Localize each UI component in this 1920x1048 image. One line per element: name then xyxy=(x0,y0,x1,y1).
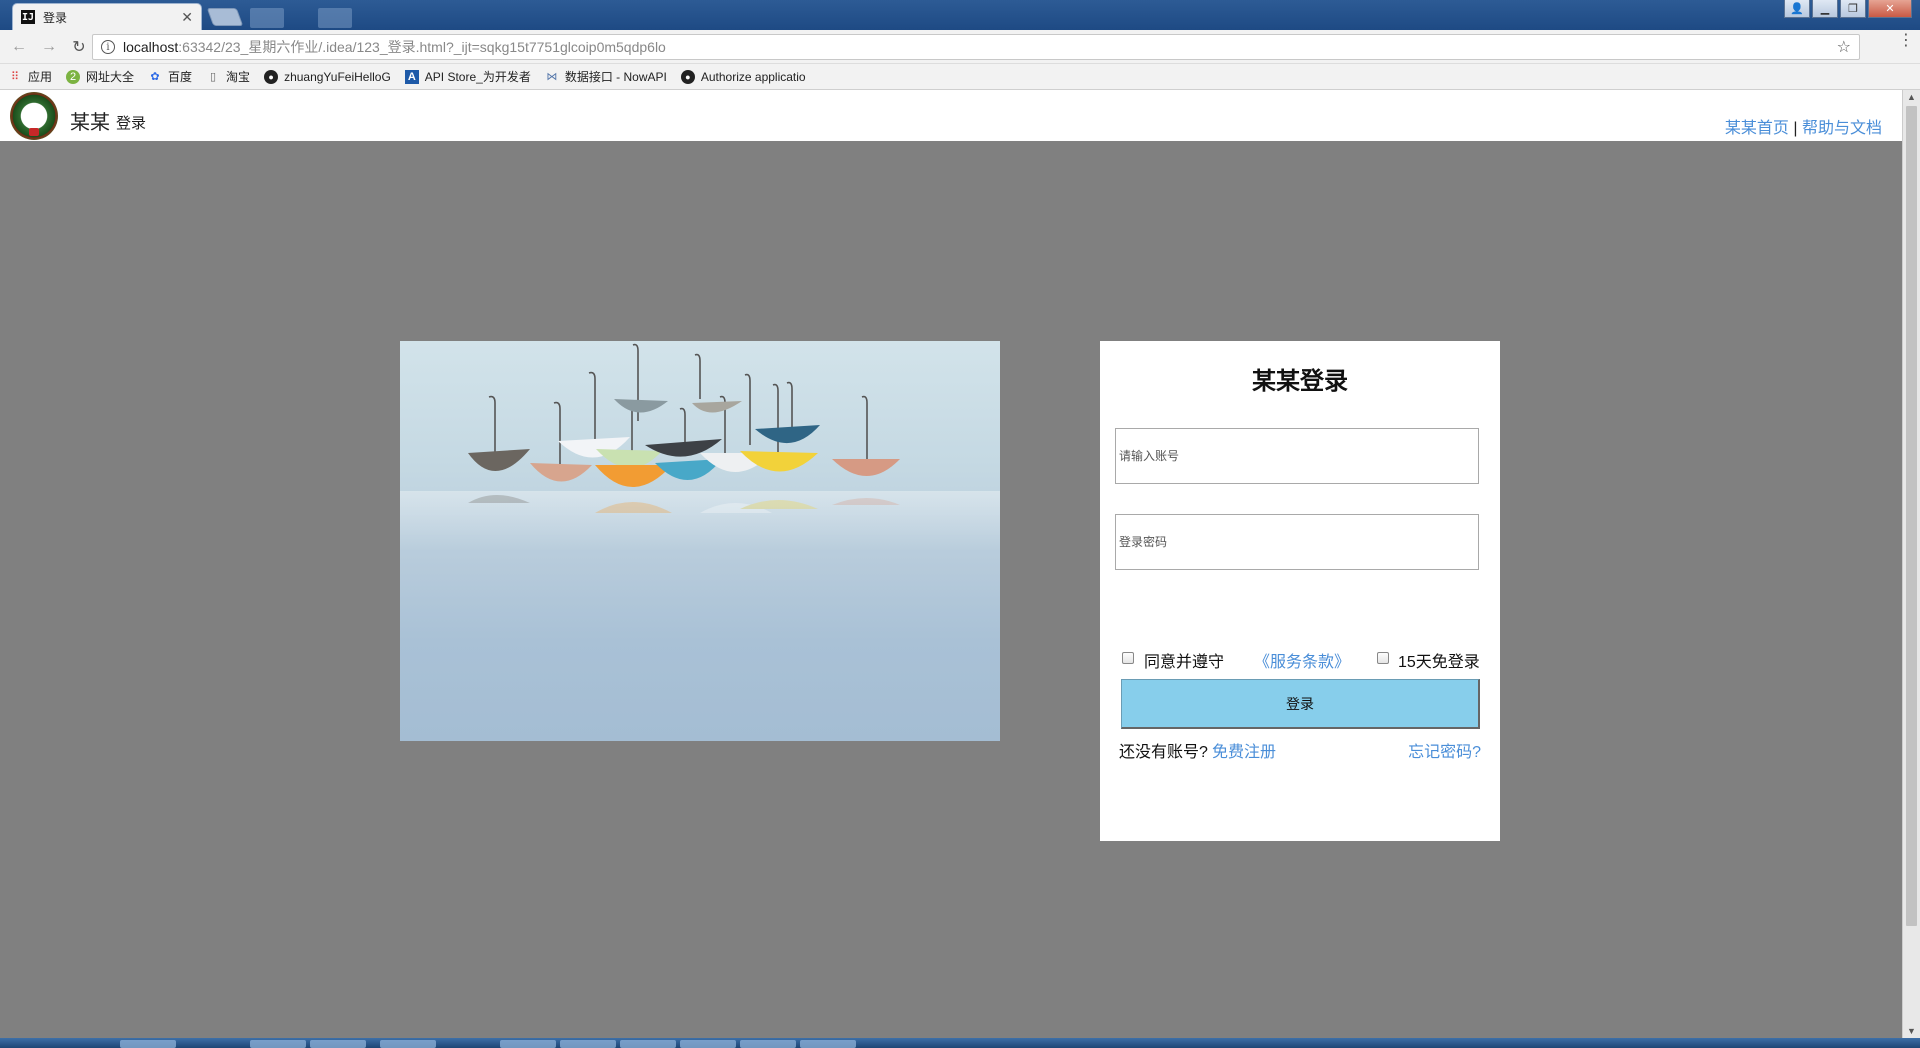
tab-close-icon[interactable]: ✕ xyxy=(181,9,193,26)
page-viewport: 某某 登录 某某首页 | 帮助与文档 某某登录 请输入账号 同意并遵守 《服务条… xyxy=(0,90,1902,1038)
bookmark-label: Authorize applicatio xyxy=(700,69,806,84)
taskbar-app-icon[interactable] xyxy=(500,1040,556,1048)
taskbar-app-icon[interactable] xyxy=(560,1040,616,1048)
remember-me-label: 15天免登录 xyxy=(1398,654,1480,671)
bookmark-label: 淘宝 xyxy=(226,70,251,84)
os-taskbar xyxy=(0,1038,1920,1048)
taskbar-app-icon[interactable] xyxy=(740,1040,796,1048)
bookmark-star-icon[interactable]: ☆ xyxy=(1837,37,1851,57)
taskbar-app-icon[interactable] xyxy=(250,1040,306,1048)
bookmark-apps[interactable]: ⠿ 应用 xyxy=(8,68,52,85)
forgot-password-link[interactable]: 忘记密码? xyxy=(1408,738,1481,762)
bookmark-github-authorize[interactable]: ● Authorize applicatio xyxy=(680,69,806,84)
address-bar[interactable]: i localhost:63342/23_星期六作业/.idea/123_登录.… xyxy=(92,34,1860,60)
umbrellas-hero-image xyxy=(400,341,1000,741)
back-arrow-icon[interactable]: ← xyxy=(8,36,30,58)
taskbar-app-icon[interactable] xyxy=(120,1040,176,1048)
tab-title: 登录 xyxy=(43,10,68,25)
page-icon: ▯ xyxy=(210,71,217,83)
agree-terms-checkbox[interactable] xyxy=(1122,652,1134,664)
no-account-text: 还没有账号? xyxy=(1119,744,1208,761)
background-window-icon xyxy=(250,8,284,28)
site-subtitle: 登录 xyxy=(116,115,147,132)
bookmark-github-repo[interactable]: ● zhuangYuFeiHelloG xyxy=(264,69,391,84)
taskbar-app-icon[interactable] xyxy=(620,1040,676,1048)
bookmark-label: API Store_为开发者 xyxy=(424,70,531,84)
terms-link[interactable]: 《服务条款》 xyxy=(1254,648,1350,672)
help-docs-link[interactable]: 帮助与文档 xyxy=(1802,120,1882,137)
page-scrollbar[interactable]: ▲ ▼ xyxy=(1902,90,1920,1038)
scroll-up-arrow-icon[interactable]: ▲ xyxy=(1907,92,1916,102)
login-title: 某某登录 xyxy=(1252,368,1348,395)
wreath-logo-icon[interactable] xyxy=(10,92,58,140)
browser-menu-icon[interactable]: ⋮ xyxy=(1898,33,1914,49)
login-options: 同意并遵守 《服务条款》 15天免登录 xyxy=(1122,648,1482,671)
password-input[interactable] xyxy=(1115,514,1479,570)
bookmark-label: 数据接口 - NowAPI xyxy=(564,70,667,84)
bookmark-apistore[interactable]: A API Store_为开发者 xyxy=(404,68,531,85)
taskbar-app-icon[interactable] xyxy=(310,1040,366,1048)
scroll-thumb[interactable] xyxy=(1906,106,1917,926)
browser-title-bar: IJ 登录 ✕ 👤 ▁ ❐ ✕ xyxy=(0,0,1920,30)
baidu-paw-icon: ✿ xyxy=(150,71,160,83)
taskbar-app-icon[interactable] xyxy=(800,1040,856,1048)
umbrellas-illustration xyxy=(400,343,1000,551)
background-window-icon xyxy=(318,8,352,28)
site-name: 某某 xyxy=(70,112,110,134)
new-tab-button[interactable] xyxy=(206,8,244,26)
browser-tab[interactable]: IJ 登录 ✕ xyxy=(12,3,202,30)
header-links: 某某首页 | 帮助与文档 xyxy=(1725,114,1882,138)
agree-label: 同意并遵守 xyxy=(1144,654,1225,671)
taskbar-app-icon[interactable] xyxy=(680,1040,736,1048)
bookmark-label: 应用 xyxy=(28,70,53,84)
github-icon: ● xyxy=(680,69,695,84)
share-icon: ⋈ xyxy=(546,71,558,83)
url-path: :63342/23_星期六作业/.idea/123_登录.html?_ijt=s… xyxy=(178,39,666,55)
home-link[interactable]: 某某首页 xyxy=(1725,120,1789,137)
login-button[interactable]: 登录 xyxy=(1121,679,1480,729)
bookmark-taobao[interactable]: ▯ 淘宝 xyxy=(206,68,250,85)
remember-me-checkbox[interactable] xyxy=(1377,652,1389,664)
github-icon: ● xyxy=(264,69,279,84)
apistore-icon: A xyxy=(404,69,419,84)
account-input[interactable] xyxy=(1115,428,1479,484)
info-icon[interactable]: i xyxy=(101,40,115,54)
maximize-button[interactable]: ❐ xyxy=(1840,0,1866,18)
browser-toolbar: ← → ↻ i localhost:63342/23_星期六作业/.idea/1… xyxy=(0,30,1920,64)
bookmark-hao123[interactable]: 2 网址大全 xyxy=(66,68,134,85)
taskbar-app-icon[interactable] xyxy=(380,1040,436,1048)
bookmark-label: 网址大全 xyxy=(86,70,135,84)
forward-arrow-icon[interactable]: → xyxy=(38,36,60,58)
bookmark-label: 百度 xyxy=(168,70,193,84)
login-card: 某某登录 同意并遵守 《服务条款》 15天免登录 登录 还没有账号? 免费注册 … xyxy=(1100,341,1500,841)
bookmark-baidu[interactable]: ✿ 百度 xyxy=(148,68,192,85)
window-controls: 👤 ▁ ❐ ✕ xyxy=(1784,0,1912,18)
user-profile-icon[interactable]: 👤 xyxy=(1784,0,1810,18)
minimize-button[interactable]: ▁ xyxy=(1812,0,1838,18)
scroll-down-arrow-icon[interactable]: ▼ xyxy=(1907,1026,1916,1036)
bookmark-label: zhuangYuFeiHelloG xyxy=(284,69,391,84)
apps-grid-icon: ⠿ xyxy=(10,71,20,83)
link-separator: | xyxy=(1793,120,1798,137)
register-link[interactable]: 免费注册 xyxy=(1212,738,1276,762)
close-window-button[interactable]: ✕ xyxy=(1868,0,1912,18)
intellij-favicon-icon: IJ xyxy=(21,10,35,24)
bookmark-nowapi[interactable]: ⋈ 数据接口 - NowAPI xyxy=(545,68,667,85)
reload-icon[interactable]: ↻ xyxy=(68,36,90,58)
bookmarks-bar: ⠿ 应用 2 网址大全 ✿ 百度 ▯ 淘宝 ● zhuangYuFeiHello… xyxy=(0,64,1920,90)
hao123-icon: 2 xyxy=(66,69,81,84)
url-host: localhost xyxy=(123,39,179,55)
site-header: 某某 登录 某某首页 | 帮助与文档 xyxy=(0,90,1902,141)
